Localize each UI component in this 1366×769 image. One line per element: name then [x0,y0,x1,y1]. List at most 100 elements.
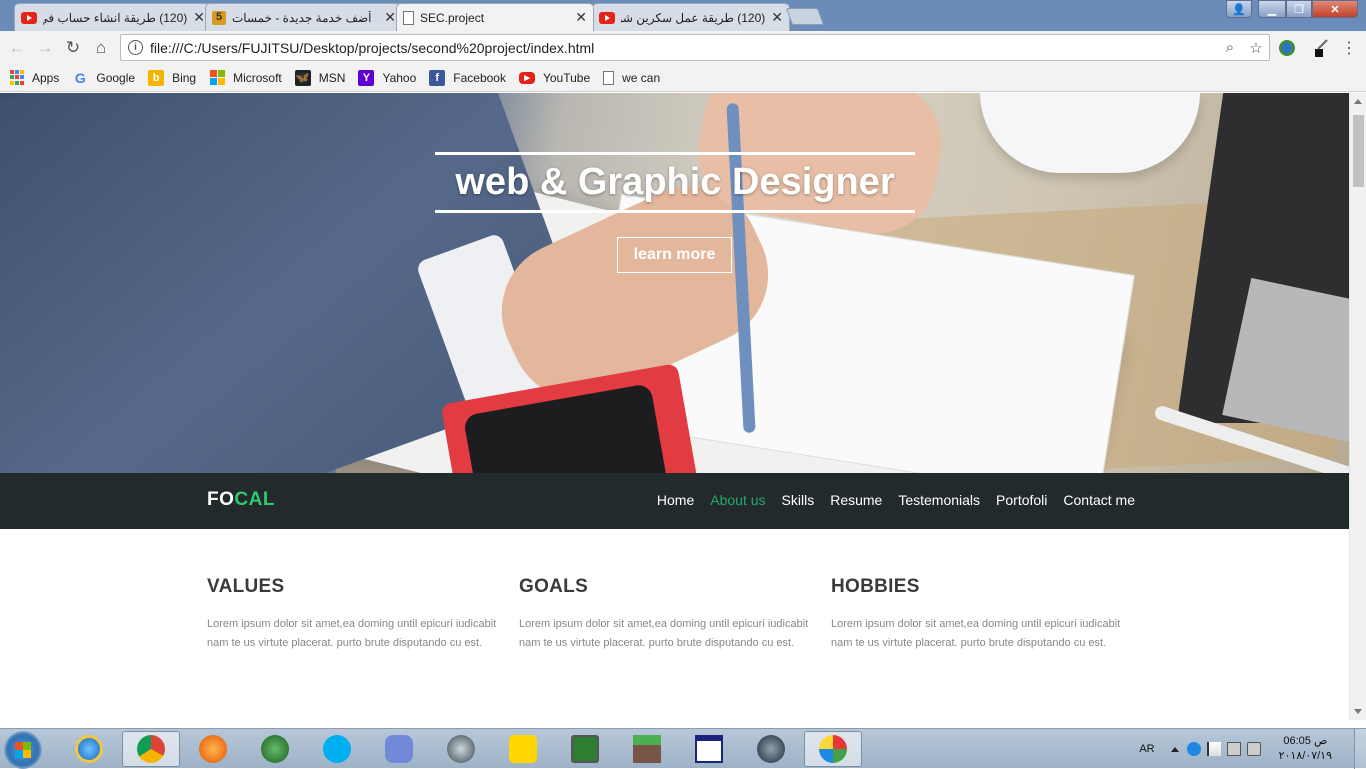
firefox-icon[interactable] [184,731,242,767]
internet-download-manager-icon[interactable] [246,731,304,767]
internet-explorer-icon[interactable] [60,731,118,767]
maximize-button[interactable]: ❐ [1286,0,1312,18]
flag-icon[interactable] [1206,742,1221,756]
bookmarks-bar: Apps G Google b Bing Microsoft 🦋 MSN Y Y… [0,64,1366,92]
back-icon[interactable]: ← [6,37,28,59]
minecraft-icon[interactable] [618,731,676,767]
hobbies-column: HOBBIES Lorem ipsum dolor sit amet,ea do… [831,576,1143,653]
youtube-icon: ▸ [518,71,535,84]
menu-icon[interactable]: ⋮ [1338,37,1360,59]
nav-links: Home About us Skills Resume Testemonials… [641,492,1135,508]
hero-phone-screen [462,383,670,473]
scroll-thumb[interactable] [1353,115,1364,187]
close-icon[interactable]: ✕ [575,9,587,26]
goals-column: GOALS Lorem ipsum dolor sit amet,ea domi… [519,576,831,653]
nav-link-resume[interactable]: Resume [830,492,882,508]
nav-link-testemonials[interactable]: Testemonials [898,492,980,508]
user-profile-icon[interactable]: 👤 [1226,0,1252,18]
about-columns: VALUES Lorem ipsum dolor sit amet,ea dom… [207,576,1143,653]
clock[interactable]: 06:05 ص ٢٠١٨/٠٧/١٩ [1279,734,1332,764]
tab-youtube-2[interactable]: (120) طريقة عمل سكرين شوت ✕ [592,3,790,31]
nav-link-portofoli[interactable]: Portofoli [996,492,1047,508]
skype-icon[interactable] [308,731,366,767]
paint-icon[interactable] [804,731,862,767]
values-heading: VALUES [207,576,285,597]
minimize-button[interactable]: ▁ [1258,0,1286,18]
site-navbar: FOCAL Home About us Skills Resume Testem… [0,473,1349,529]
close-icon[interactable]: ✕ [384,9,396,26]
page-scrollbar[interactable] [1349,93,1366,720]
new-tab-button[interactable] [785,8,825,25]
scroll-up-icon[interactable] [1354,99,1362,104]
hobbies-heading: HOBBIES [831,576,920,597]
url-text[interactable]: file:///C:/Users/FUJITSU/Desktop/project… [150,40,1217,56]
volume-icon[interactable] [1246,742,1261,756]
internet-download-manager-glyph [261,735,289,763]
bookmark-star-icon[interactable]: ☆ [1243,39,1269,57]
discord-icon[interactable] [370,731,428,767]
language-indicator[interactable]: AR [1139,743,1154,755]
close-icon[interactable]: ✕ [193,9,205,26]
hobbies-text: Lorem ipsum dolor sit amet,ea doming unt… [831,618,1121,649]
home-icon[interactable]: ⌂ [90,37,112,59]
start-button[interactable] [4,731,42,769]
values-text: Lorem ipsum dolor sit amet,ea doming unt… [207,618,497,649]
show-desktop-button[interactable] [1354,729,1366,769]
facebook-icon: f [429,69,446,86]
bookmark-microsoft[interactable]: Microsoft [209,69,282,86]
yahoo-icon: Y [358,69,375,86]
reload-icon[interactable]: ↻ [62,37,84,59]
e-tray-icon[interactable] [1186,742,1201,756]
window-icon[interactable] [680,731,738,767]
kmplayer-glyph [509,735,537,763]
close-icon[interactable]: ✕ [771,9,783,26]
apps-grid-icon [10,69,24,86]
site-logo[interactable]: FOCAL [207,489,275,511]
bookmark-apps[interactable]: Apps [10,69,59,86]
khamsat-icon: 5 [212,10,226,25]
tab-youtube-1[interactable]: (120) طريقة انشاء حساب في خمـ ✕ [14,3,212,31]
extension-dropper-icon[interactable] [1312,39,1330,57]
nav-link-skills[interactable]: Skills [782,492,815,508]
forward-icon[interactable]: → [34,37,56,59]
bookmark-we-can[interactable]: we can [603,70,660,85]
microsoft-icon [209,69,225,86]
scroll-down-icon[interactable] [1354,709,1362,714]
bookmark-bing[interactable]: b Bing [148,69,196,86]
bookmark-youtube[interactable]: ▸ YouTube [518,71,590,85]
nav-link-home[interactable]: Home [657,492,694,508]
bookmark-yahoo[interactable]: Y Yahoo [358,69,416,86]
steam-glyph [757,735,785,763]
learn-more-button[interactable]: learn more [617,237,732,273]
skype-glyph [323,735,351,763]
youtube-icon [21,11,37,24]
show-hidden-icons-icon[interactable] [1170,746,1179,752]
task-manager-glyph [571,735,599,763]
chrome-icon[interactable] [122,731,180,767]
bookmark-facebook[interactable]: f Facebook [429,69,506,86]
nav-link-about-us[interactable]: About us [710,492,765,508]
task-manager-icon[interactable] [556,731,614,767]
network-icon[interactable] [1226,742,1241,756]
steam-icon[interactable] [742,731,800,767]
goals-heading: GOALS [519,576,589,597]
tab-khamsat[interactable]: 5 أضف خدمة جديدة - خمسات ✕ [205,3,403,31]
teamspeak-icon[interactable] [432,731,490,767]
document-icon [603,70,615,85]
extension-globe-icon[interactable] [1278,39,1296,57]
address-bar[interactable]: i file:///C:/Users/FUJITSU/Desktop/proje… [120,34,1270,61]
info-icon[interactable]: i [128,40,143,55]
nav-link-contact-me[interactable]: Contact me [1063,492,1135,508]
chrome-glyph [137,735,165,763]
close-window-button[interactable]: ✕ [1312,0,1358,18]
msn-icon: 🦋 [294,69,311,86]
hero-title: web & Graphic Designer [435,152,915,213]
tab-sec-project[interactable]: SEC.project ✕ [396,3,594,31]
zoom-icon[interactable]: ⌕ [1217,39,1243,56]
kmplayer-icon[interactable] [494,731,552,767]
windows-taskbar: AR 06:05 ص ٢٠١٨/٠٧/١٩ [0,728,1366,769]
bookmark-msn[interactable]: 🦋 MSN [294,69,345,86]
bookmark-google[interactable]: G Google [72,70,135,86]
paint-glyph [819,735,847,763]
document-icon [403,10,414,25]
